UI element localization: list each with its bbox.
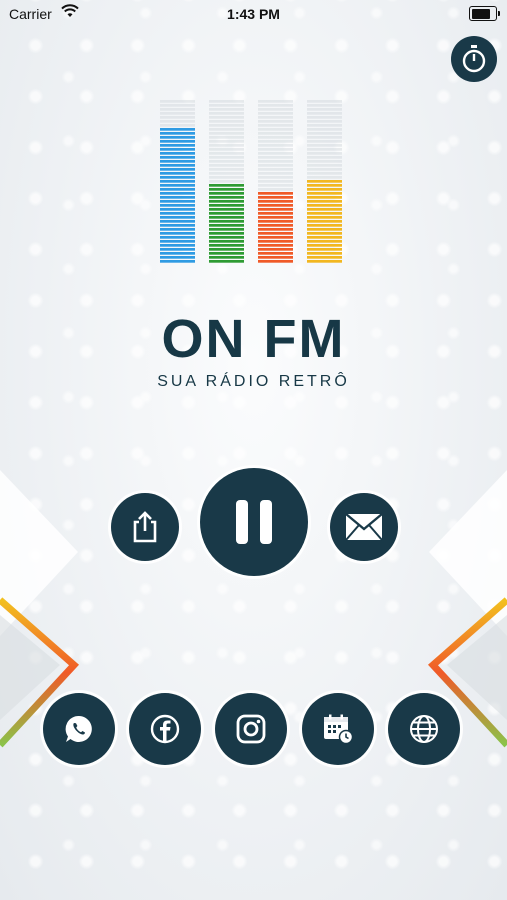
email-button[interactable] <box>330 493 398 561</box>
instagram-button[interactable] <box>215 693 287 765</box>
globe-icon <box>410 715 438 743</box>
pause-icon <box>236 500 272 544</box>
website-button[interactable] <box>388 693 460 765</box>
mail-icon <box>345 513 383 541</box>
calendar-icon <box>324 714 354 745</box>
equalizer-bar <box>160 100 195 263</box>
instagram-icon <box>236 714 266 744</box>
brand-title: ON FM <box>161 309 346 369</box>
schedule-button[interactable] <box>302 693 374 765</box>
share-button[interactable] <box>111 493 179 561</box>
share-icon <box>133 511 157 543</box>
facebook-button[interactable] <box>129 693 201 765</box>
equalizer-bar <box>209 100 244 263</box>
whatsapp-icon <box>65 715 92 742</box>
facebook-icon <box>150 714 180 744</box>
equalizer-logo <box>160 100 342 263</box>
equalizer-bar <box>258 100 293 263</box>
whatsapp-button[interactable] <box>43 693 115 765</box>
brand-subtitle: SUA RÁDIO RETRÔ <box>157 373 350 390</box>
pause-button[interactable] <box>200 468 308 576</box>
equalizer-bar <box>307 100 342 263</box>
